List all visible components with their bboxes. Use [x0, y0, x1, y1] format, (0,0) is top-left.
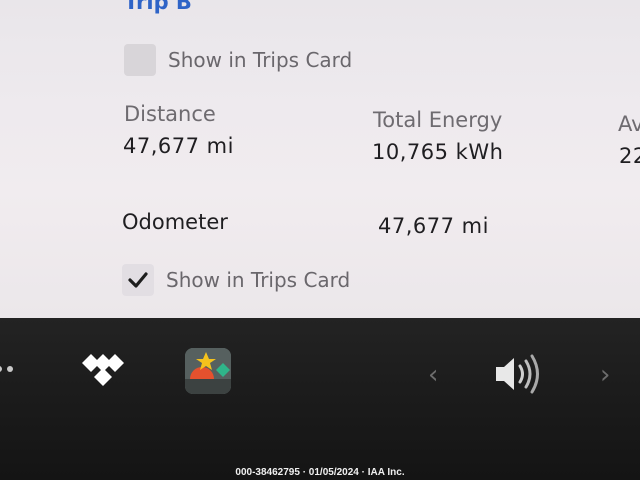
dots-icon[interactable] [0, 366, 13, 372]
total-energy-label: Total Energy [373, 108, 503, 132]
distance-value: 47,677 mi [123, 134, 234, 158]
chevron-right-icon[interactable]: › [600, 360, 610, 390]
distance-label: Distance [124, 102, 216, 126]
odometer-label: Odometer [122, 210, 228, 234]
tidal-icon[interactable] [80, 352, 126, 392]
odometer-show-in-card-label: Show in Trips Card [166, 268, 351, 292]
trip-show-in-card-toggle[interactable]: Show in Trips Card [124, 44, 352, 76]
odometer-value: 47,677 mi [378, 214, 489, 238]
taskbar: ‹ › 000-38462795 · 01/05/2024 · IAA Inc. [0, 318, 640, 480]
avg-value: 22 [619, 144, 640, 168]
chevron-left-icon[interactable]: ‹ [428, 360, 438, 390]
checkmark-icon [128, 272, 148, 288]
odometer-show-in-card-checkbox[interactable] [122, 264, 154, 296]
trip-show-in-card-label: Show in Trips Card [168, 48, 353, 72]
photo-caption: 000-38462795 · 01/05/2024 · IAA Inc. [235, 467, 405, 478]
odometer-show-in-card-toggle[interactable]: Show in Trips Card [122, 264, 350, 296]
avg-label: Av [618, 112, 640, 136]
volume-icon[interactable] [492, 352, 548, 396]
toybox-icon[interactable] [185, 348, 231, 394]
total-energy-value: 10,765 kWh [372, 140, 504, 164]
trips-panel: Trip B Show in Trips Card Distance 47,67… [0, 0, 640, 318]
trip-show-in-card-checkbox[interactable] [124, 44, 156, 76]
trip-title: Trip B [124, 0, 192, 14]
